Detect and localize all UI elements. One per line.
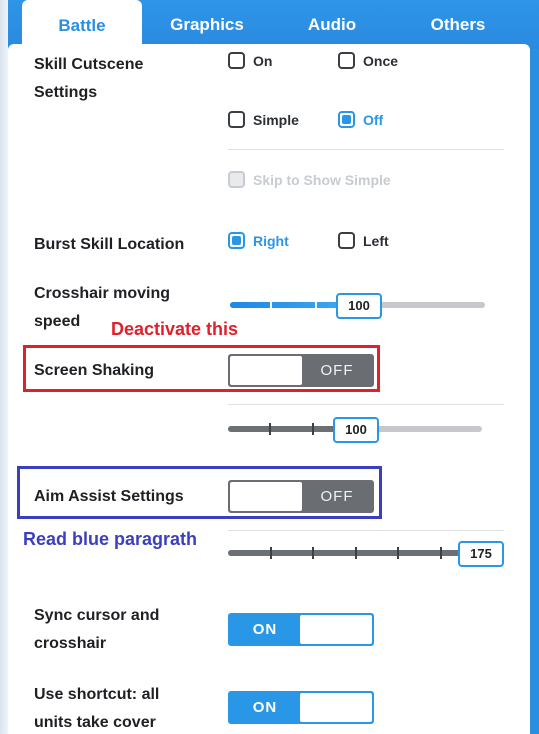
divider (228, 149, 504, 150)
checkbox-icon[interactable] (338, 52, 355, 69)
checkbox-icon[interactable] (338, 232, 355, 249)
tab-battle[interactable]: Battle (22, 0, 142, 52)
burst-skill-location-label: Burst Skill Location (34, 236, 185, 253)
red-annotation-text: Deactivate this (111, 319, 239, 339)
crosshair-speed-value[interactable]: 100 (336, 293, 382, 319)
blue-annotation-text: Read blue paragrath (23, 529, 198, 549)
use-shortcut-toggle[interactable]: ON (228, 691, 374, 724)
burst-skill-right-option[interactable]: Right (228, 232, 289, 249)
checkbox-checked-icon[interactable] (228, 232, 245, 249)
slider-fill (228, 426, 334, 432)
skill-cutscene-simple-option[interactable]: Simple (228, 111, 299, 128)
tab-graphics[interactable]: Graphics (148, 0, 266, 49)
skill-cutscene-off-option[interactable]: Off (338, 111, 383, 128)
toggle-state-label: OFF (320, 488, 354, 505)
aim-assist-toggle[interactable]: OFF (228, 480, 374, 513)
toggle-knob (230, 356, 302, 385)
slider-tick (440, 547, 442, 559)
toggle-knob (300, 615, 372, 644)
checkbox-disabled-icon (228, 171, 245, 188)
slider-tick (355, 547, 357, 559)
sync-cursor-toggle[interactable]: ON (228, 613, 374, 646)
aim-assist-slider[interactable]: 175 (228, 541, 508, 567)
checkbox-icon[interactable] (228, 111, 245, 128)
aim-assist-label: Aim Assist Settings (34, 488, 184, 505)
screen-shaking-toggle[interactable]: OFF (228, 354, 374, 387)
divider (228, 404, 504, 405)
skill-cutscene-on-option[interactable]: On (228, 52, 272, 69)
slider-tick (315, 299, 317, 311)
slider-tick (269, 423, 271, 435)
screen-shaking-label: Screen Shaking (34, 362, 155, 379)
divider (228, 530, 504, 531)
aim-assist-value[interactable]: 175 (458, 541, 504, 567)
toggle-state-label: OFF (320, 362, 354, 379)
burst-skill-left-option[interactable]: Left (338, 232, 389, 249)
toggle-state-label: ON (252, 621, 278, 638)
checkbox-checked-icon[interactable] (338, 111, 355, 128)
skill-cutscene-once-option[interactable]: Once (338, 52, 398, 69)
slider-tick (270, 547, 272, 559)
checkbox-icon[interactable] (228, 52, 245, 69)
slider-fill (228, 550, 462, 556)
skip-to-show-simple-option: Skip to Show Simple (228, 171, 391, 188)
slider-tick (312, 547, 314, 559)
slider-tick (312, 423, 314, 435)
crosshair-speed-slider[interactable]: 100 (230, 293, 485, 319)
sync-cursor-label: Sync cursor and crosshair (34, 607, 160, 652)
tab-bar: Battle Graphics Audio Others (0, 0, 539, 52)
toggle-knob (300, 693, 372, 722)
slider-fill (230, 302, 338, 308)
tab-audio[interactable]: Audio (272, 0, 392, 49)
slider-tick (397, 547, 399, 559)
screen-shaking-intensity-slider[interactable]: 100 (228, 417, 482, 443)
slider-tick (270, 299, 272, 311)
toggle-state-label: ON (252, 699, 278, 716)
panel-edge-shadow (0, 0, 8, 734)
tab-others[interactable]: Others (398, 0, 518, 49)
screen-shaking-intensity-value[interactable]: 100 (333, 417, 379, 443)
toggle-knob (230, 482, 302, 511)
use-shortcut-label: Use shortcut: all units take cover (34, 686, 160, 731)
skill-cutscene-label: Skill Cutscene Settings (34, 56, 144, 101)
